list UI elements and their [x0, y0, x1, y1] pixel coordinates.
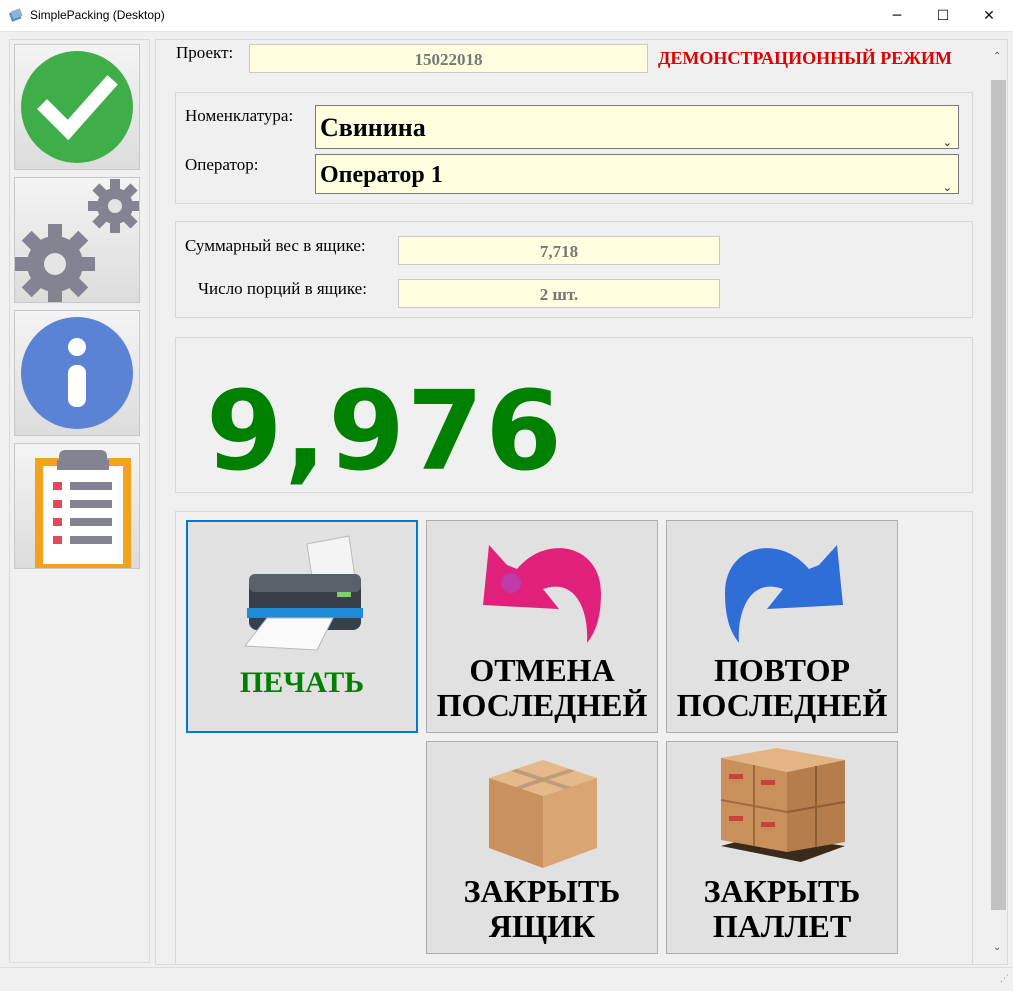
scroll-up-icon[interactable]: ⌃: [993, 51, 1001, 62]
redo-last-button[interactable]: ПОВТОР ПОСЛЕДНЕЙ: [666, 520, 898, 733]
printer-icon: [244, 535, 363, 651]
maximize-icon: ☐: [936, 7, 950, 24]
total-weight-field: 7,718: [398, 236, 720, 265]
close-pallet-button[interactable]: ЗАКРЫТЬ ПАЛЛЕТ: [666, 741, 898, 954]
pallet-icon: [720, 748, 846, 862]
scroll-down-icon[interactable]: ⌄: [993, 942, 1001, 953]
close-box-label-line1: ЗАКРЫТЬ: [463, 873, 621, 909]
print-button[interactable]: ПЕЧАТЬ: [186, 520, 418, 733]
minimize-icon: ─: [892, 7, 902, 24]
scale-panel: 9,976: [175, 337, 973, 493]
info-icon: [21, 317, 133, 429]
redo-label-line1: ПОВТОР: [713, 652, 851, 688]
sidebar-item-report[interactable]: [14, 443, 140, 570]
status-bar: ⋰: [0, 967, 1013, 991]
redo-arrow-icon: [725, 545, 843, 643]
undo-arrow-icon: [483, 545, 601, 643]
selection-panel: Номенклатура: Свинина ⌄ Оператор: Операт…: [175, 92, 973, 204]
nomenclature-select[interactable]: Свинина ⌄: [315, 105, 959, 149]
close-pallet-label-line1: ЗАКРЫТЬ: [703, 873, 861, 909]
actions-panel: ПЕЧАТЬ ОТМЕНА ПОСЛЕДНЕЙ ПОВТОР ПОСЛЕДНЕЙ: [175, 511, 973, 964]
window-title: SimplePacking (Desktop): [30, 8, 165, 22]
vertical-scrollbar[interactable]: ⌃ ⌄: [990, 40, 1007, 964]
undo-last-button[interactable]: ОТМЕНА ПОСЛЕДНЕЙ: [426, 520, 658, 733]
sidebar-item-confirm[interactable]: [14, 44, 140, 170]
portions-field: 2 шт.: [398, 279, 720, 308]
demo-mode-label: ДЕМОНСТРАЦИОННЫЙ РЕЖИМ: [658, 48, 953, 68]
close-button[interactable]: ✕: [966, 0, 1012, 31]
gears-icon: [15, 179, 142, 304]
checkmark-icon: [21, 51, 133, 163]
box-icon: [489, 760, 597, 868]
project-label: Проект:: [176, 43, 234, 62]
clipboard-icon: [35, 450, 131, 570]
operator-label: Оператор:: [185, 155, 259, 174]
chevron-down-icon: ⌄: [942, 181, 952, 194]
nomenclature-value: Свинина: [320, 113, 426, 142]
title-bar: SimplePacking (Desktop) ─ ☐ ✕: [0, 0, 1013, 32]
total-weight-label: Суммарный вес в ящике:: [185, 236, 366, 255]
app-icon: [9, 8, 23, 22]
print-label: ПЕЧАТЬ: [239, 666, 365, 699]
current-weight-display: 9,976: [206, 367, 564, 495]
maximize-button[interactable]: ☐: [920, 0, 966, 31]
scroll-thumb[interactable]: [991, 80, 1006, 910]
undo-label-line2: ПОСЛЕДНЕЙ: [436, 687, 648, 723]
operator-select[interactable]: Оператор 1 ⌄: [315, 154, 959, 194]
redo-label-line2: ПОСЛЕДНЕЙ: [676, 687, 888, 723]
close-box-button[interactable]: ЗАКРЫТЬ ЯЩИК: [426, 741, 658, 954]
project-field[interactable]: 15022018: [249, 44, 648, 73]
sidebar-item-info[interactable]: [14, 310, 140, 436]
box-info-panel: Суммарный вес в ящике: 7,718 Число порци…: [175, 221, 973, 318]
close-box-label-line2: ЯЩИК: [488, 908, 596, 944]
portions-label: Число порций в ящике:: [198, 279, 367, 298]
sidebar-item-settings[interactable]: [14, 177, 142, 304]
operator-value: Оператор 1: [320, 162, 443, 188]
minimize-button[interactable]: ─: [874, 0, 920, 31]
nomenclature-label: Номенклатура:: [185, 106, 294, 125]
sidebar: [9, 39, 150, 963]
close-icon: ✕: [983, 7, 995, 24]
main-content: Проект: 15022018 ДЕМОНСТРАЦИОННЫЙ РЕЖИМ …: [155, 39, 1008, 965]
resize-grip-icon[interactable]: ⋰: [1000, 974, 1009, 984]
undo-label-line1: ОТМЕНА: [469, 652, 615, 688]
close-pallet-label-line2: ПАЛЛЕТ: [712, 908, 852, 944]
